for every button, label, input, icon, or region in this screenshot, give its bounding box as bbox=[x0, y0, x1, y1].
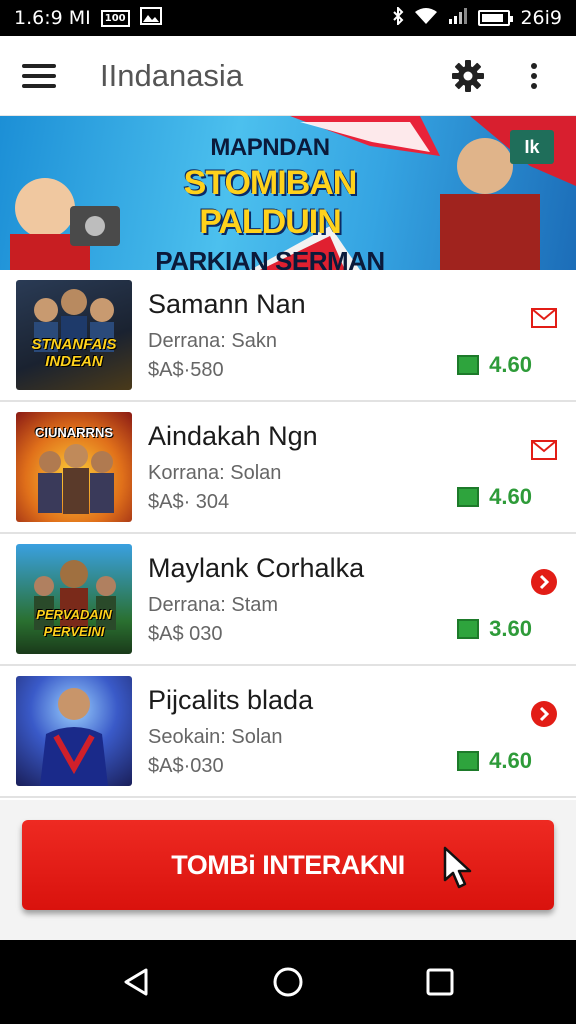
wifi-icon bbox=[414, 7, 438, 30]
home-icon[interactable] bbox=[258, 952, 318, 1012]
cursor-arrow-icon bbox=[442, 846, 478, 895]
chevron-right-circle-icon[interactable] bbox=[530, 700, 558, 728]
rating-value: 4.60 bbox=[489, 484, 532, 509]
list-item[interactable]: STNANFAIS INDEAN Samann Nan Derrana: Sak… bbox=[0, 270, 576, 402]
game-thumbnail: PERVADAIN PERVEINI bbox=[16, 544, 132, 654]
cta-area: TOMBi INTERAKNI bbox=[0, 800, 576, 940]
recents-icon[interactable] bbox=[410, 952, 470, 1012]
banner-subheadline: PARKIAN SERMAN bbox=[155, 246, 385, 270]
game-title: Samann Nan bbox=[148, 288, 306, 319]
mail-icon[interactable] bbox=[530, 436, 558, 464]
banner-kicker: MAPNDAN bbox=[210, 134, 330, 161]
rating-badge-icon bbox=[457, 355, 480, 375]
rating-badge-icon bbox=[457, 751, 480, 771]
promo-banner[interactable]: MAPNDAN STOMIBAN PALDUIN PARKIAN SERMAN … bbox=[0, 116, 576, 270]
status-bar: 1.6:9 MI 100 26i9 bbox=[0, 0, 576, 36]
game-thumbnail-label: PERVADAIN PERVEINI bbox=[36, 607, 112, 639]
game-rating: 4.60 bbox=[457, 352, 532, 378]
game-thumbnail-label: CIUNARRNS bbox=[35, 425, 113, 440]
rating-badge-icon bbox=[457, 487, 480, 507]
signal-icon bbox=[448, 7, 468, 30]
system-nav-bar bbox=[0, 940, 576, 1024]
interact-button-label: TOMBi INTERAKNI bbox=[171, 849, 405, 880]
game-rating: 3.60 bbox=[457, 616, 532, 642]
game-title: Aindakah Ngn bbox=[148, 420, 318, 451]
mail-icon[interactable] bbox=[530, 304, 558, 332]
game-subtitle: Seokain: Solan bbox=[148, 725, 283, 748]
menu-icon[interactable] bbox=[22, 63, 56, 88]
game-thumbnail-label: STNANFAIS INDEAN bbox=[31, 336, 117, 370]
page-title: IIndanasia bbox=[100, 57, 244, 93]
status-badge: 100 bbox=[100, 9, 130, 27]
list-item[interactable]: Pijcalits blada Seokain: Solan $A$·030 4… bbox=[0, 666, 576, 798]
game-thumbnail: CIUNARRNS bbox=[16, 412, 132, 522]
banner-badge[interactable]: Ik bbox=[510, 130, 554, 164]
bluetooth-icon bbox=[392, 5, 404, 30]
game-rating: 4.60 bbox=[457, 748, 532, 774]
list-item[interactable]: PERVADAIN PERVEINI Maylank Corhalka Derr… bbox=[0, 534, 576, 666]
interact-button[interactable]: TOMBi INTERAKNI bbox=[22, 820, 554, 910]
game-thumbnail: STNANFAIS INDEAN bbox=[16, 280, 132, 390]
game-title: Pijcalits blada bbox=[148, 684, 314, 715]
image-icon bbox=[139, 6, 162, 30]
app-bar: IIndanasia bbox=[0, 36, 576, 116]
status-right: 26i9 bbox=[392, 5, 562, 30]
banner-text: MAPNDAN STOMIBAN PALDUIN PARKIAN SERMAN bbox=[120, 134, 420, 270]
battery-level bbox=[482, 14, 503, 22]
rating-value: 3.60 bbox=[489, 616, 532, 641]
list-item[interactable]: CIUNARRNS Aindakah Ngn Korrana: Solan $A… bbox=[0, 402, 576, 534]
status-right-time: 26i9 bbox=[520, 7, 562, 29]
battery-icon bbox=[478, 10, 514, 26]
game-subtitle: Derrana: Sakn bbox=[148, 329, 277, 352]
gear-icon[interactable] bbox=[448, 56, 488, 96]
banner-headline: STOMIBAN PALDUIN bbox=[183, 164, 358, 241]
game-title: Maylank Corhalka bbox=[148, 552, 365, 583]
game-subtitle: Korrana: Solan bbox=[148, 461, 282, 484]
status-time: 1.6:9 MI bbox=[14, 7, 91, 29]
game-rating: 4.60 bbox=[457, 484, 532, 510]
game-subtitle: Derrana: Stam bbox=[148, 593, 279, 616]
chevron-right-circle-icon[interactable] bbox=[530, 568, 558, 596]
more-vert-icon[interactable] bbox=[514, 56, 554, 96]
screen: 1.6:9 MI 100 26i9 IIndanasia MAPNDAN STO… bbox=[0, 0, 576, 1024]
status-left: 1.6:9 MI 100 bbox=[14, 6, 162, 30]
rating-badge-icon bbox=[457, 619, 480, 639]
game-thumbnail bbox=[16, 676, 132, 786]
game-list: STNANFAIS INDEAN Samann Nan Derrana: Sak… bbox=[0, 270, 576, 800]
rating-value: 4.60 bbox=[489, 748, 532, 773]
rating-value: 4.60 bbox=[489, 352, 532, 377]
back-icon[interactable] bbox=[106, 952, 166, 1012]
